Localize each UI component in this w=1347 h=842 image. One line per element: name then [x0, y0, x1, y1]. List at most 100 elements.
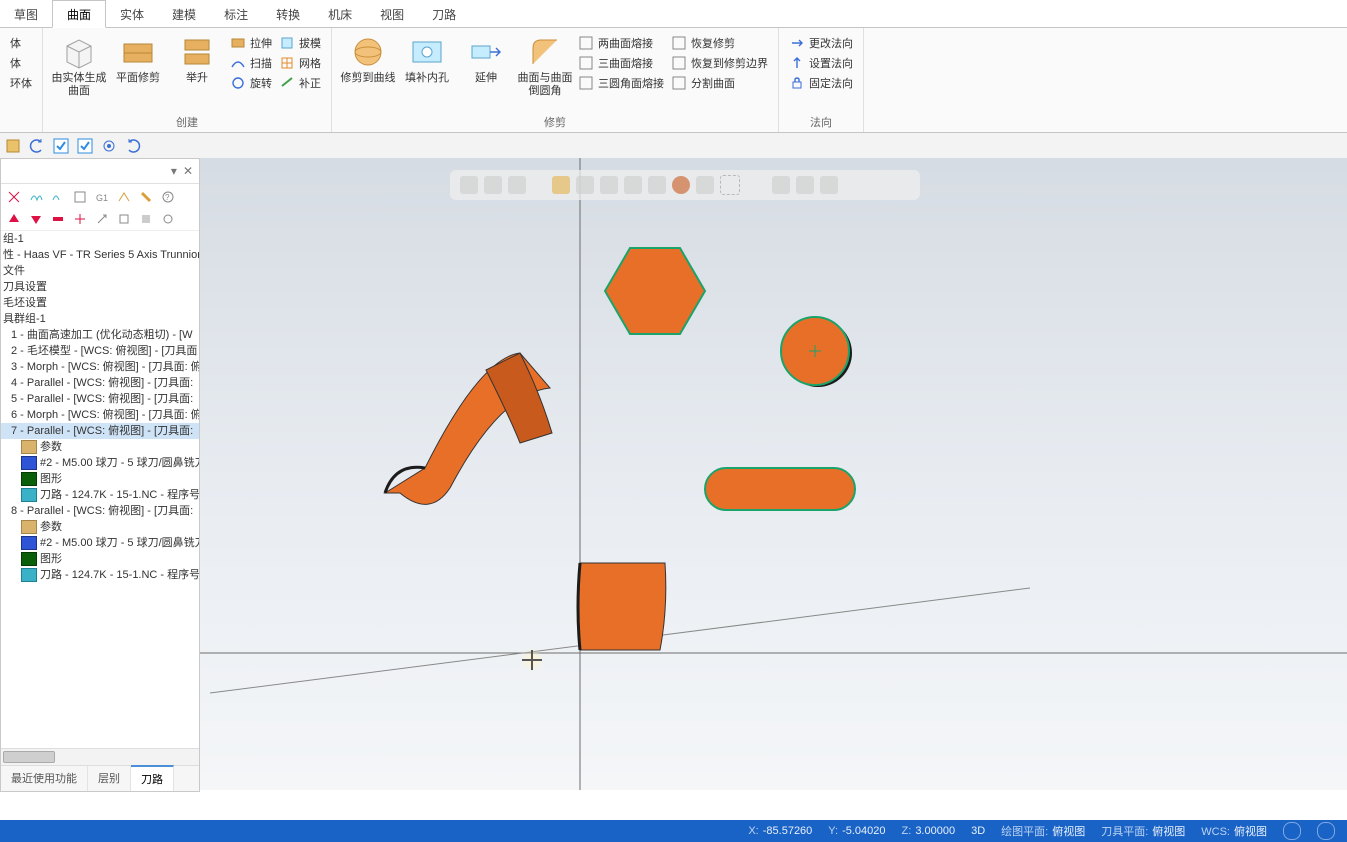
tab-sketch[interactable]: 草图: [0, 1, 52, 27]
vt-btn-3[interactable]: [508, 176, 526, 194]
sweep-button[interactable]: 扫描: [228, 54, 274, 72]
panel-tool-2[interactable]: [27, 188, 45, 206]
tree-item-18[interactable]: 参数: [1, 519, 199, 535]
primitive-1[interactable]: 体: [8, 34, 34, 52]
vt-btn-10[interactable]: [696, 176, 714, 194]
status-plane[interactable]: 绘图平面:俯视图: [1001, 823, 1085, 839]
tree-item-20[interactable]: 图形: [1, 551, 199, 567]
panel-tool-15[interactable]: [137, 210, 155, 228]
tree-item-0[interactable]: 组-1: [1, 231, 199, 247]
vt-btn-1[interactable]: [460, 176, 478, 194]
primitive-3[interactable]: 环体: [8, 74, 34, 92]
vt-btn-9[interactable]: [672, 176, 690, 194]
blend3r-button[interactable]: 三圆角面熔接: [576, 74, 666, 92]
graphics-viewport[interactable]: [200, 158, 1347, 790]
panel-tool-5[interactable]: G1: [93, 188, 111, 206]
revolve-button[interactable]: 旋转: [228, 74, 274, 92]
primitive-2[interactable]: 体: [8, 54, 34, 72]
planar-trim-button[interactable]: 平面修剪: [110, 32, 166, 85]
fill-hole-button[interactable]: 填补内孔: [399, 32, 455, 85]
operations-tree[interactable]: 组-1性 - Haas VF - TR Series 5 Axis Trunni…: [1, 231, 199, 748]
qa-check-icon[interactable]: [52, 137, 70, 155]
panel-tool-14[interactable]: [115, 210, 133, 228]
panel-tool-3[interactable]: [49, 188, 67, 206]
tree-item-17[interactable]: 8 - Parallel - [WCS: 俯视图] - [刀具面:: [1, 503, 199, 519]
panel-close-icon[interactable]: ✕: [183, 164, 193, 178]
qa-settings-icon[interactable]: [100, 137, 118, 155]
tree-item-8[interactable]: 3 - Morph - [WCS: 俯视图] - [刀具面: 俯: [1, 359, 199, 375]
tab-annot[interactable]: 标注: [210, 1, 262, 27]
panel-tool-6[interactable]: [115, 188, 133, 206]
set-normal-button[interactable]: 设置法向: [787, 54, 855, 72]
vt-btn-6[interactable]: [600, 176, 618, 194]
tab-solid[interactable]: 实体: [106, 1, 158, 27]
tree-item-10[interactable]: 5 - Parallel - [WCS: 俯视图] - [刀具面:: [1, 391, 199, 407]
vt-btn-4[interactable]: [552, 176, 570, 194]
extrude-button[interactable]: 拉伸: [228, 34, 274, 52]
split-surface-button[interactable]: 分割曲面: [669, 74, 770, 92]
tree-item-5[interactable]: 具群组-1: [1, 311, 199, 327]
panel-tool-9[interactable]: [5, 210, 23, 228]
panel-tool-7[interactable]: [137, 188, 155, 206]
panel-tool-10[interactable]: [27, 210, 45, 228]
tree-item-9[interactable]: 4 - Parallel - [WCS: 俯视图] - [刀具面:: [1, 375, 199, 391]
vt-btn-14[interactable]: [820, 176, 838, 194]
panel-tool-8[interactable]: ?: [159, 188, 177, 206]
qa-analyze-icon[interactable]: [4, 137, 22, 155]
change-normal-button[interactable]: 更改法向: [787, 34, 855, 52]
qa-undo-icon[interactable]: [28, 137, 46, 155]
panel-tab-levels[interactable]: 层别: [88, 766, 131, 791]
status-mode[interactable]: 3D: [971, 825, 985, 837]
tree-item-19[interactable]: #2 - M5.00 球刀 - 5 球刀/圆鼻铣刀: [1, 535, 199, 551]
untrim-button[interactable]: 恢复修剪: [669, 34, 770, 52]
status-wcs[interactable]: WCS:俯视图: [1201, 823, 1267, 839]
vt-btn-12[interactable]: [772, 176, 790, 194]
tree-item-11[interactable]: 6 - Morph - [WCS: 俯视图] - [刀具面: 俯: [1, 407, 199, 423]
tab-surface[interactable]: 曲面: [52, 0, 106, 28]
tree-item-21[interactable]: 刀路 - 124.7K - 15-1.NC - 程序号码: [1, 567, 199, 583]
from-solid-button[interactable]: 由实体生成曲面: [51, 32, 107, 98]
panel-tool-12[interactable]: [71, 210, 89, 228]
loft-button[interactable]: 举升: [169, 32, 225, 85]
panel-scrollbar[interactable]: [1, 748, 199, 765]
vt-btn-8[interactable]: [648, 176, 666, 194]
qa-redo-icon[interactable]: [124, 137, 142, 155]
panel-tool-4[interactable]: [71, 188, 89, 206]
panel-tool-1[interactable]: [5, 188, 23, 206]
tab-view[interactable]: 视图: [366, 1, 418, 27]
offset-button[interactable]: 补正: [277, 74, 323, 92]
vt-btn-5[interactable]: [576, 176, 594, 194]
untrim-boundary-button[interactable]: 恢复到修剪边界: [669, 54, 770, 72]
tree-item-15[interactable]: 图形: [1, 471, 199, 487]
vt-btn-11[interactable]: [720, 175, 740, 195]
tree-item-2[interactable]: 文件: [1, 263, 199, 279]
tab-model[interactable]: 建模: [158, 1, 210, 27]
tree-item-4[interactable]: 毛坯设置: [1, 295, 199, 311]
tree-item-7[interactable]: 2 - 毛坯模型 - [WCS: 俯视图] - [刀具面: [1, 343, 199, 359]
tree-item-3[interactable]: 刀具设置: [1, 279, 199, 295]
extend-button[interactable]: 延伸: [458, 32, 514, 85]
tree-item-16[interactable]: 刀路 - 124.7K - 15-1.NC - 程序号码: [1, 487, 199, 503]
surface-fillet-button[interactable]: 曲面与曲面倒圆角: [517, 32, 573, 98]
blend3-button[interactable]: 三曲面熔接: [576, 54, 666, 72]
panel-tool-16[interactable]: [159, 210, 177, 228]
tree-item-12[interactable]: 7 - Parallel - [WCS: 俯视图] - [刀具面:: [1, 423, 199, 439]
tab-toolpath[interactable]: 刀路: [418, 1, 470, 27]
mesh-button[interactable]: 网格: [277, 54, 323, 72]
fix-normal-button[interactable]: 固定法向: [787, 74, 855, 92]
draft-button[interactable]: 拔模: [277, 34, 323, 52]
status-globe-icon[interactable]: [1283, 822, 1301, 840]
panel-tab-recent[interactable]: 最近使用功能: [1, 766, 88, 791]
qa-check2-icon[interactable]: [76, 137, 94, 155]
tree-item-6[interactable]: 1 - 曲面高速加工 (优化动态粗切) - [W: [1, 327, 199, 343]
tree-item-13[interactable]: 参数: [1, 439, 199, 455]
vt-btn-2[interactable]: [484, 176, 502, 194]
panel-tool-13[interactable]: [93, 210, 111, 228]
panel-tab-toolpaths[interactable]: 刀路: [131, 765, 174, 791]
vt-btn-13[interactable]: [796, 176, 814, 194]
trim-to-curve-button[interactable]: 修剪到曲线: [340, 32, 396, 85]
blend2-button[interactable]: 两曲面熔接: [576, 34, 666, 52]
tree-item-1[interactable]: 性 - Haas VF - TR Series 5 Axis Trunnion …: [1, 247, 199, 263]
tree-item-14[interactable]: #2 - M5.00 球刀 - 5 球刀/圆鼻铣刀: [1, 455, 199, 471]
status-help-icon[interactable]: [1317, 822, 1335, 840]
